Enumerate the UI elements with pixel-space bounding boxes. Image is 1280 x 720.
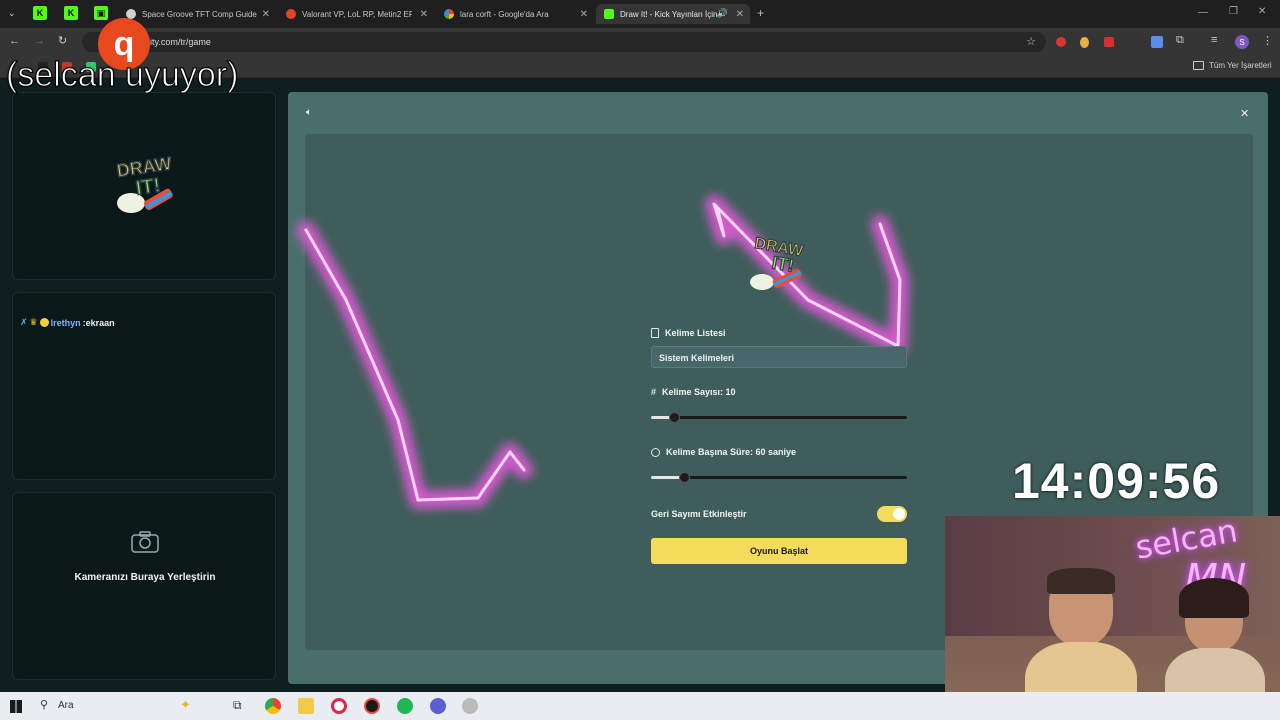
app-icon-2[interactable] bbox=[462, 698, 478, 714]
tab-draw-it[interactable]: Draw It! - Kick Yayınları İçin 🔊 ✕ bbox=[596, 4, 750, 24]
spotify-icon[interactable] bbox=[397, 698, 413, 714]
reload-icon[interactable]: ↻ bbox=[58, 34, 67, 47]
app-icon[interactable] bbox=[364, 698, 380, 714]
taskbar-search-placeholder: Ara bbox=[58, 700, 74, 711]
close-window-icon[interactable]: ✕ bbox=[1258, 6, 1266, 17]
word-list-value: Sistem Kelimeleri bbox=[659, 353, 735, 363]
tab-favicon-icon bbox=[604, 9, 614, 19]
time-slider-handle[interactable] bbox=[679, 472, 690, 483]
crown-badge-icon: ♛ bbox=[29, 317, 38, 327]
extensions-puzzle-icon[interactable]: ⧉ bbox=[1176, 34, 1184, 47]
translate-icon[interactable] bbox=[1151, 36, 1163, 48]
word-count-label: Kelime Sayısı: 10 bbox=[662, 387, 736, 397]
camera-placeholder-text: Kameranızı Buraya Yerleştirin bbox=[74, 572, 216, 583]
webcam-overlay: selcan MN bbox=[945, 516, 1280, 720]
sound-icon[interactable]: 🔈︎ bbox=[306, 107, 312, 118]
pinned-tab-app[interactable]: ▣ bbox=[94, 6, 108, 20]
pinned-tab-kick-2[interactable]: K bbox=[64, 6, 78, 20]
logo-card: DRAW IT! bbox=[12, 92, 276, 280]
extension-red-icon[interactable] bbox=[1056, 37, 1066, 47]
pinned-tab-kick-1[interactable]: K bbox=[33, 6, 47, 20]
restore-icon[interactable]: ❐ bbox=[1229, 6, 1238, 17]
coin-badge-icon bbox=[39, 318, 49, 327]
close-tab-icon[interactable]: ✕ bbox=[420, 9, 428, 20]
timer-icon bbox=[651, 447, 660, 457]
google-icon bbox=[444, 9, 454, 19]
tab-search-icon[interactable]: ⌄ bbox=[8, 8, 16, 19]
media-queue-icon[interactable]: ≡ bbox=[1211, 34, 1217, 46]
word-count-label-row: # Kelime Sayısı: 10 bbox=[651, 387, 736, 397]
tab-tft-guide[interactable]: Space Groove TFT Comp Guide ✕ bbox=[118, 4, 276, 24]
close-tab-icon[interactable]: ✕ bbox=[262, 9, 270, 20]
taskbar-search-box[interactable]: ⚲ Ara ✦ bbox=[32, 695, 222, 717]
obs-icon[interactable] bbox=[430, 698, 446, 714]
modal-draw-it-logo: DRAW IT! bbox=[744, 228, 814, 300]
opera-icon[interactable] bbox=[331, 698, 347, 714]
task-view-icon[interactable]: ⧉ bbox=[233, 698, 242, 713]
word-count-slider-handle[interactable] bbox=[669, 412, 680, 423]
toggle-knob bbox=[893, 508, 905, 520]
chat-message: ✗ ♛ lrethyn :ekraan bbox=[20, 317, 115, 328]
extension-box-icon[interactable] bbox=[1104, 37, 1114, 47]
tab-favicon-icon bbox=[286, 9, 296, 19]
sword-badge-icon: ✗ bbox=[20, 317, 28, 327]
countdown-toggle[interactable] bbox=[877, 506, 907, 522]
url-text: ity.com/tr/game bbox=[150, 37, 211, 47]
start-game-label: Oyunu Başlat bbox=[749, 546, 808, 556]
browser-tab-bar: ⌄ K K ▣ Space Groove TFT Comp Guide ✕ Va… bbox=[0, 0, 1280, 28]
chat-card: ✗ ♛ lrethyn :ekraan bbox=[12, 292, 276, 480]
hash-icon: # bbox=[651, 387, 657, 397]
browser-menu-icon[interactable]: ⋮ bbox=[1262, 34, 1273, 47]
bookmark-star-icon[interactable]: ☆ bbox=[1026, 35, 1036, 48]
time-label-row: Kelime Başına Süre: 60 saniye bbox=[651, 447, 796, 457]
start-game-button[interactable]: Oyunu Başlat bbox=[651, 538, 907, 564]
address-bar-row: ← → ↻ ity.com/tr/game ☆ ⧉ ≡ S ⋮ bbox=[0, 28, 1280, 56]
tab-valorant[interactable]: Valorant VP, LoL RP, Metin2 EP ✕ bbox=[278, 4, 434, 24]
windows-taskbar: ⚲ Ara ✦ ⧉ bbox=[0, 692, 1280, 720]
draw-it-logo: DRAW IT! bbox=[109, 149, 181, 221]
word-list-select[interactable]: Sistem Kelimeleri bbox=[651, 346, 907, 368]
folder-icon bbox=[1193, 61, 1204, 70]
document-icon bbox=[651, 328, 659, 338]
time-per-word-slider[interactable] bbox=[651, 472, 907, 483]
svg-text:IT!: IT! bbox=[135, 174, 162, 199]
tab-title: lara corft - Google'da Ara bbox=[460, 9, 549, 19]
minimize-icon[interactable]: — bbox=[1198, 7, 1208, 18]
back-icon[interactable]: ← bbox=[9, 35, 20, 47]
tab-title: Valorant VP, LoL RP, Metin2 EP bbox=[302, 9, 412, 19]
search-icon: ⚲ bbox=[40, 699, 49, 711]
chat-username[interactable]: lrethyn bbox=[51, 318, 81, 328]
forward-icon[interactable]: → bbox=[34, 35, 45, 47]
close-modal-button[interactable]: ✕ bbox=[1240, 107, 1249, 120]
close-tab-icon[interactable]: ✕ bbox=[736, 9, 744, 20]
time-per-word-label: Kelime Başına Süre: 60 saniye bbox=[666, 447, 797, 457]
windows-start-icon[interactable] bbox=[10, 700, 22, 713]
chrome-icon[interactable] bbox=[265, 698, 281, 714]
tab-google-search[interactable]: lara corft - Google'da Ara ✕ bbox=[436, 4, 594, 24]
tab-title: Space Groove TFT Comp Guide bbox=[142, 9, 257, 19]
chat-text: :ekraan bbox=[82, 317, 115, 328]
stream-clock: 14:09:56 bbox=[1012, 453, 1221, 509]
word-count-slider[interactable] bbox=[651, 412, 907, 423]
tab-title: Draw It! - Kick Yayınları İçin bbox=[620, 9, 718, 19]
profile-avatar[interactable]: S bbox=[1235, 35, 1249, 49]
speaker-icon[interactable]: 🔊 bbox=[717, 8, 728, 19]
word-list-label-row: Kelime Listesi bbox=[651, 328, 726, 338]
extension-drop-icon[interactable] bbox=[1080, 37, 1089, 48]
all-bookmarks-link[interactable]: Tüm Yer İşaretleri bbox=[1209, 61, 1272, 70]
camera-card: Kameranızı Buraya Yerleştirin bbox=[12, 492, 276, 680]
stream-status-text: (selcan uyuyor) bbox=[5, 56, 239, 95]
url-field[interactable]: ity.com/tr/game ☆ bbox=[82, 32, 1046, 52]
word-list-label: Kelime Listesi bbox=[665, 328, 726, 338]
close-tab-icon[interactable]: ✕ bbox=[580, 9, 588, 20]
countdown-label: Geri Sayımı Etkinleştir bbox=[651, 509, 747, 519]
file-explorer-icon[interactable] bbox=[298, 698, 314, 714]
camera-icon bbox=[131, 531, 159, 553]
copilot-sparkle-icon: ✦ bbox=[180, 697, 191, 712]
new-tab-button[interactable]: + bbox=[757, 6, 764, 20]
svg-text:IT!: IT! bbox=[770, 252, 795, 276]
